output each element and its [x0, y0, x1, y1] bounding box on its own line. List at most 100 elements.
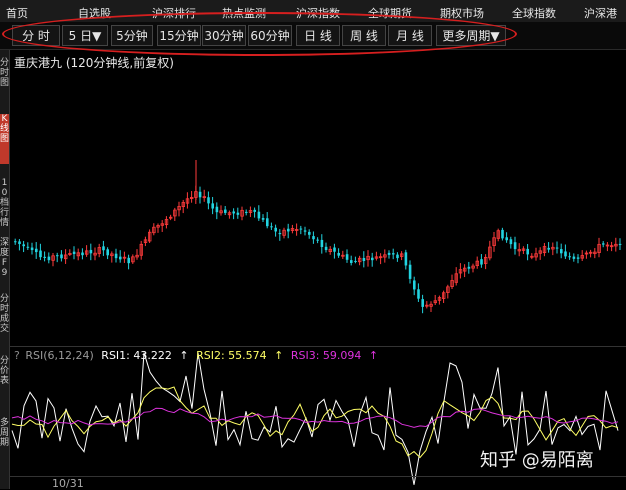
candle [89, 243, 93, 261]
candle [290, 224, 295, 234]
candle [501, 227, 504, 241]
candle [580, 250, 584, 262]
candle [22, 240, 25, 253]
candle [324, 242, 328, 253]
candle [156, 223, 160, 233]
candle [81, 248, 84, 260]
date-label: 10/31 [52, 477, 84, 490]
candle [568, 252, 571, 260]
candle [602, 241, 605, 248]
candle [437, 295, 442, 305]
candle [110, 251, 114, 263]
candle [475, 256, 479, 269]
candle [207, 191, 210, 210]
candle [122, 251, 127, 263]
candle [404, 249, 408, 270]
candle [387, 250, 391, 259]
candle [278, 229, 282, 241]
candle [47, 252, 51, 264]
watermark: 知乎 @易陌离 [480, 450, 594, 471]
candle [56, 252, 59, 263]
candle [337, 248, 340, 258]
candle [392, 248, 395, 260]
candle [257, 205, 261, 221]
candle [294, 223, 299, 236]
candle [189, 190, 194, 203]
candle [551, 242, 555, 256]
candle [560, 243, 563, 259]
candle [160, 220, 164, 232]
rsi3-value: RSI3: 59.094 [290, 349, 362, 362]
candle [236, 207, 240, 219]
candle [316, 237, 319, 244]
help-icon[interactable]: ? [14, 349, 20, 362]
candle [282, 227, 286, 239]
candle [114, 248, 118, 263]
candle [143, 236, 148, 247]
rsi1-arrow-icon: ↑ [179, 349, 189, 362]
rsi-name[interactable]: RSI(6,12,24) [25, 349, 93, 362]
candle [534, 247, 538, 261]
candle [396, 252, 399, 262]
candle [26, 242, 30, 251]
candle [413, 276, 416, 296]
candle [618, 238, 622, 250]
candle [35, 242, 38, 259]
candle [43, 251, 46, 262]
rsi-legend: ? RSI(6,12,24) RSI1: 43.222 ↑ RSI2: 55.5… [14, 349, 382, 363]
candle [211, 196, 214, 215]
candle [509, 236, 513, 249]
candle [345, 249, 349, 263]
candle [462, 264, 467, 278]
candle [152, 223, 156, 236]
candle [219, 205, 223, 216]
candle [202, 189, 206, 202]
candle [584, 250, 589, 259]
candle [371, 252, 374, 267]
candle [357, 255, 362, 266]
candle [350, 255, 353, 266]
candle [51, 253, 55, 267]
candle [374, 251, 379, 261]
candle [408, 260, 412, 284]
candle [274, 224, 277, 237]
candle [378, 253, 383, 265]
candle [135, 249, 139, 260]
candle [253, 207, 256, 218]
candle [576, 254, 580, 264]
candle [85, 245, 89, 257]
candle [362, 251, 366, 268]
candle [240, 206, 244, 221]
candle [496, 228, 500, 242]
candle [538, 247, 542, 260]
candle [39, 243, 42, 261]
candle [572, 253, 576, 262]
candle [181, 199, 185, 214]
candle [597, 237, 601, 258]
candle [18, 239, 21, 251]
candle [147, 229, 152, 244]
candlestick-chart[interactable] [0, 0, 626, 489]
candle [454, 267, 458, 286]
rsi2-arrow-icon: ↑ [274, 349, 284, 362]
candle [488, 240, 492, 261]
candle [564, 244, 567, 259]
candle [232, 208, 235, 220]
candle [106, 247, 109, 260]
candle [14, 238, 17, 245]
candle [517, 243, 521, 257]
candle [450, 274, 454, 289]
candle [366, 250, 370, 267]
candle [480, 254, 483, 268]
candle [492, 232, 496, 252]
candle [526, 243, 529, 261]
candle [354, 256, 357, 264]
candle [589, 249, 593, 258]
candle [245, 209, 248, 216]
candle [312, 231, 315, 244]
candle [173, 207, 177, 221]
candle [421, 294, 424, 314]
candle [224, 206, 227, 216]
candle [287, 223, 290, 239]
candle [513, 236, 517, 255]
